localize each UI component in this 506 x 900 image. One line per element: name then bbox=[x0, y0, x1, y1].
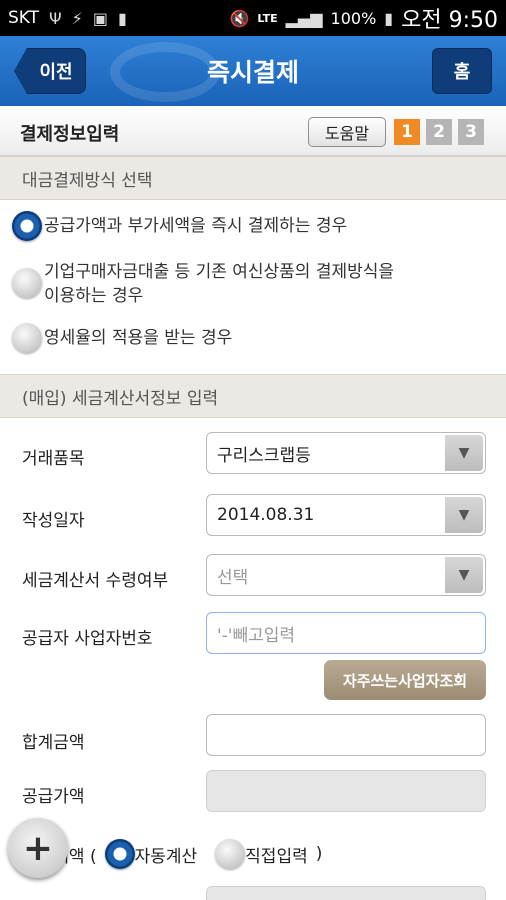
bizno-placeholder: '-'빼고입력 bbox=[217, 625, 296, 646]
tax-manual-radio-icon[interactable] bbox=[215, 839, 246, 869]
signal-icon: ▂▄▆ bbox=[285, 8, 323, 28]
receipt-label: 세금계산서 수령여부 bbox=[22, 571, 169, 591]
home-button[interactable]: 홈 bbox=[432, 48, 492, 94]
step-bar: 결제정보입력 도움말 1 2 3 bbox=[0, 106, 506, 156]
radio-option-immediate[interactable]: 공급가액과 부가세액을 즉시 결제하는 경우 bbox=[12, 211, 348, 241]
clock: 오전 9:50 bbox=[401, 8, 498, 33]
bizno-label: 공급자 사업자번호 bbox=[22, 629, 153, 649]
radio-label-line2: 이용하는 경우 bbox=[44, 286, 144, 306]
usb-icon: Ψ bbox=[49, 8, 62, 28]
radio-option-existing-credit[interactable]: 기업구매자금대출 등 기존 여신상품의 결제방식을 이용하는 경우 bbox=[12, 260, 394, 308]
screenshot-icon: ▣ bbox=[92, 8, 108, 28]
total-amount-input[interactable] bbox=[206, 714, 486, 756]
tax-auto-radio-icon[interactable] bbox=[104, 839, 135, 869]
app-notification-icon: ⚡ bbox=[71, 8, 83, 28]
dropdown-arrow-icon[interactable]: ▼ bbox=[445, 497, 483, 533]
tax-auto-label[interactable]: 자동계산 bbox=[135, 842, 198, 867]
battery-notification-icon: ▮ bbox=[117, 8, 127, 28]
tax-label-close: ) bbox=[315, 844, 323, 864]
dropdown-arrow-icon[interactable]: ▼ bbox=[445, 435, 483, 471]
section-header-payment-method: 대금결제방식 선택 bbox=[0, 156, 506, 200]
date-value: 2014.08.31 bbox=[217, 505, 315, 525]
radio-unselected-icon[interactable] bbox=[12, 268, 42, 298]
app-header: 즉시결제 이전 홈 bbox=[0, 36, 506, 106]
total-amount-label: 합계금액 bbox=[22, 733, 85, 753]
help-button[interactable]: 도움말 bbox=[308, 117, 386, 147]
status-bar: SKT Ψ ⚡ ▣ ▮ 🔇 LTE ▂▄▆ 100% ▮ 오전 9:50 bbox=[0, 0, 506, 36]
dropdown-arrow-icon[interactable]: ▼ bbox=[445, 557, 483, 593]
supply-amount-input bbox=[206, 770, 486, 812]
bizno-input[interactable]: '-'빼고입력 bbox=[206, 612, 486, 654]
date-label: 작성일자 bbox=[22, 511, 85, 531]
date-select[interactable]: 2014.08.31 ▼ bbox=[206, 494, 486, 536]
step-title: 결제정보입력 bbox=[20, 124, 120, 145]
radio-label: 기업구매자금대출 등 기존 여신상품의 결제방식을 bbox=[44, 262, 395, 282]
item-select[interactable]: 구리스크랩등 ▼ bbox=[206, 432, 486, 474]
section-header-invoice: (매입) 세금계산서정보 입력 bbox=[0, 374, 506, 418]
radio-unselected-icon[interactable] bbox=[12, 323, 42, 353]
network-label: LTE bbox=[257, 11, 278, 25]
item-label: 거래품목 bbox=[22, 449, 85, 469]
back-button[interactable]: 이전 bbox=[14, 48, 86, 94]
battery-percent: 100% bbox=[330, 8, 377, 28]
radio-selected-icon[interactable] bbox=[12, 211, 42, 241]
step-3-indicator: 3 bbox=[458, 119, 484, 145]
step-2-indicator: 2 bbox=[426, 119, 452, 145]
receipt-value: 선택 bbox=[217, 567, 249, 588]
supply-amount-label: 공급가액 bbox=[22, 787, 85, 807]
frequent-business-search-button[interactable]: 자주쓰는사업자조회 bbox=[324, 660, 486, 700]
radio-label: 공급가액과 부가세액을 즉시 결제하는 경우 bbox=[44, 216, 348, 236]
mute-icon: 🔇 bbox=[229, 8, 250, 28]
radio-label: 영세율의 적용을 받는 경우 bbox=[44, 328, 233, 348]
step-1-indicator: 1 bbox=[394, 119, 420, 145]
item-value: 구리스크랩등 bbox=[217, 445, 311, 466]
floating-add-button[interactable]: + bbox=[8, 818, 68, 878]
carrier-label: SKT bbox=[8, 8, 40, 28]
radio-option-zero-rate[interactable]: 영세율의 적용을 받는 경우 bbox=[12, 323, 233, 353]
battery-icon: ▮ bbox=[384, 8, 394, 28]
receipt-select[interactable]: 선택 ▼ bbox=[206, 554, 486, 596]
tax-manual-label[interactable]: 직접입력 bbox=[245, 842, 308, 867]
radio-label-block: 기업구매자금대출 등 기존 여신상품의 결제방식을 이용하는 경우 bbox=[44, 260, 394, 308]
next-field-partial bbox=[206, 886, 486, 900]
